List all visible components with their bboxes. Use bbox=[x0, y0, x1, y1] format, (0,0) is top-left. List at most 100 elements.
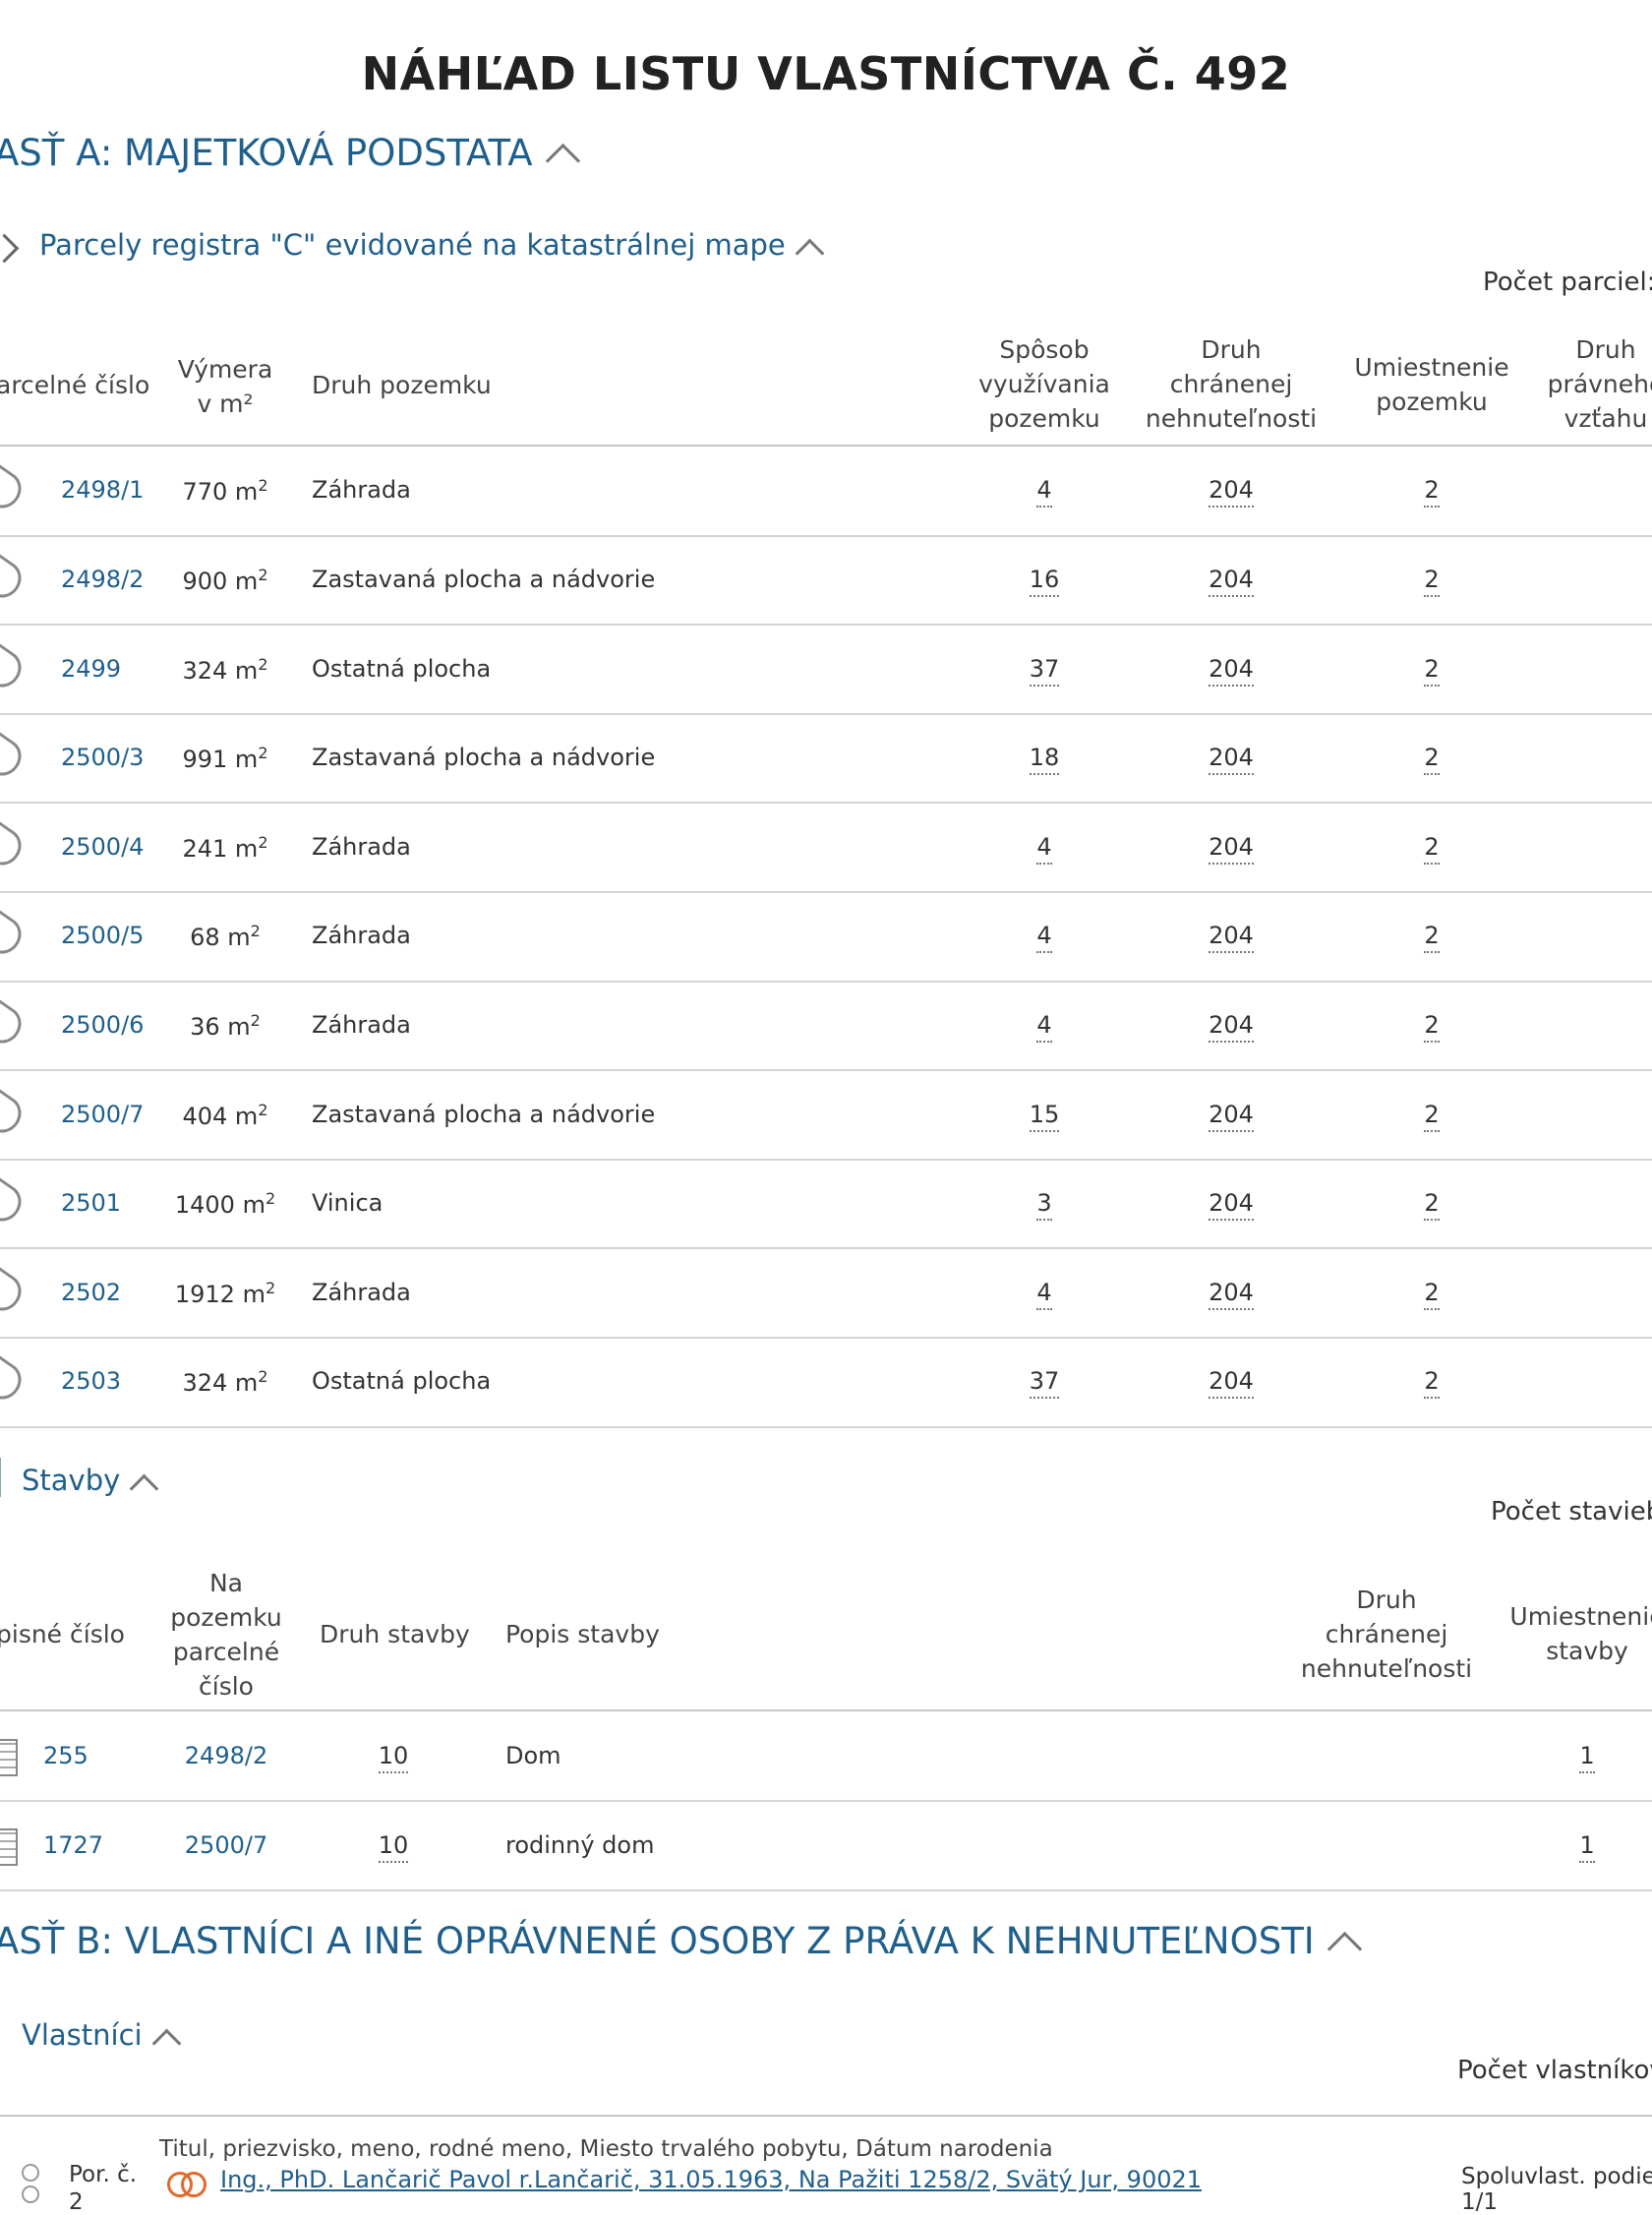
rings-icon bbox=[181, 2172, 206, 2197]
parcel-location[interactable]: 2 bbox=[1341, 1010, 1522, 1043]
parcel-protected[interactable]: 204 bbox=[1141, 1189, 1322, 1222]
parcel-location[interactable]: 2 bbox=[1341, 832, 1522, 865]
parcel-location[interactable]: 2 bbox=[1341, 744, 1522, 776]
building-type[interactable]: 10 bbox=[324, 1741, 462, 1773]
parcel-protected[interactable]: 204 bbox=[1141, 922, 1322, 954]
parcel-location[interactable]: 2 bbox=[1341, 1367, 1522, 1400]
header-building-type: Druh stavby bbox=[320, 1620, 470, 1648]
parcel-map-icon[interactable] bbox=[0, 464, 29, 515]
parcel-number-link[interactable]: 2498/1 bbox=[61, 476, 144, 504]
parcel-land-type: Záhrada bbox=[312, 476, 411, 505]
chevron-up-icon bbox=[129, 1473, 159, 1503]
building-parcel-link[interactable]: 2498/2 bbox=[167, 1742, 285, 1769]
radio-icon[interactable] bbox=[22, 2185, 39, 2203]
header-usage: Spôsob využívania pozemku bbox=[978, 335, 1110, 433]
parcel-map-icon[interactable] bbox=[0, 1267, 29, 1318]
parcel-map-icon[interactable] bbox=[0, 642, 29, 694]
parcel-usage[interactable]: 16 bbox=[964, 565, 1125, 597]
parcel-location[interactable]: 2 bbox=[1341, 922, 1522, 954]
parcel-map-icon[interactable] bbox=[0, 999, 29, 1050]
header-on-parcel: Na pozemku parcelné číslo bbox=[170, 1569, 282, 1701]
building-location[interactable]: 1 bbox=[1508, 1741, 1652, 1773]
parcel-location[interactable]: 2 bbox=[1341, 1189, 1522, 1222]
parcel-location[interactable]: 2 bbox=[1341, 1100, 1522, 1132]
parcel-protected[interactable]: 204 bbox=[1141, 832, 1322, 865]
parcel-map-icon[interactable] bbox=[0, 554, 29, 605]
building-location[interactable]: 1 bbox=[1508, 1830, 1652, 1863]
parcel-map-icon[interactable] bbox=[0, 910, 29, 961]
parcel-usage[interactable]: 18 bbox=[964, 744, 1125, 776]
buildings-toggle[interactable]: Stavby bbox=[22, 1464, 159, 1503]
parcel-area: 991 m2 bbox=[182, 744, 268, 774]
parcel-protected[interactable]: 204 bbox=[1141, 565, 1322, 597]
parcel-map-icon[interactable] bbox=[0, 1177, 29, 1228]
parcel-land-type: Ostatná plocha bbox=[312, 654, 492, 683]
owners-toggle[interactable]: Vlastníci bbox=[22, 2018, 181, 2058]
parcel-number-link[interactable]: 2500/5 bbox=[61, 922, 144, 949]
parcel-usage[interactable]: 4 bbox=[964, 832, 1125, 865]
parcels-toggle[interactable]: Parcely registra "C" evidované na katast… bbox=[39, 228, 825, 268]
building-icon bbox=[0, 1738, 18, 1776]
parcel-protected[interactable]: 204 bbox=[1141, 1278, 1322, 1310]
parcel-usage[interactable]: 15 bbox=[964, 1100, 1125, 1132]
parcel-location[interactable]: 2 bbox=[1341, 476, 1522, 509]
row-divider bbox=[0, 624, 1652, 627]
parcel-protected[interactable]: 204 bbox=[1141, 1010, 1322, 1043]
parcel-location[interactable]: 2 bbox=[1341, 1278, 1522, 1310]
parcel-number-link[interactable]: 2502 bbox=[61, 1279, 121, 1306]
buildings-title: Stavby bbox=[22, 1464, 121, 1497]
parcel-number-link[interactable]: 2498/2 bbox=[61, 566, 144, 593]
parcel-protected[interactable]: 204 bbox=[1141, 1367, 1322, 1400]
header-legal: Druh právneho vzťahu bbox=[1547, 335, 1652, 433]
parcel-protected[interactable]: 204 bbox=[1141, 476, 1322, 509]
chevron-right-icon[interactable] bbox=[0, 233, 20, 264]
parcel-number-link[interactable]: 2500/3 bbox=[61, 744, 144, 771]
parcel-number-link[interactable]: 2503 bbox=[61, 1367, 121, 1395]
row-divider bbox=[0, 1158, 1652, 1161]
parcel-area: 68 m2 bbox=[190, 922, 261, 952]
parcel-usage[interactable]: 4 bbox=[964, 1278, 1125, 1310]
parcel-usage[interactable]: 37 bbox=[964, 1367, 1125, 1400]
building-parcel-link[interactable]: 2500/7 bbox=[167, 1831, 285, 1859]
parcel-number-link[interactable]: 2500/4 bbox=[61, 833, 144, 861]
row-divider bbox=[0, 891, 1652, 893]
parcel-location[interactable]: 2 bbox=[1341, 654, 1522, 687]
building-description: Dom bbox=[505, 1741, 561, 1769]
section-b-toggle[interactable]: ASŤ B: VLASTNÍCI A INÉ OPRÁVNENÉ OSOBY Z… bbox=[0, 1920, 1362, 1967]
parcel-protected[interactable]: 204 bbox=[1141, 744, 1322, 776]
parcel-map-icon[interactable] bbox=[0, 732, 29, 783]
row-divider bbox=[0, 1069, 1652, 1072]
owners-title: Vlastníci bbox=[22, 2018, 143, 2052]
header-location: Umiestnenie pozemku bbox=[1354, 353, 1509, 416]
parcel-map-icon[interactable] bbox=[0, 1088, 29, 1140]
parcel-location[interactable]: 2 bbox=[1341, 565, 1522, 597]
parcel-usage[interactable]: 4 bbox=[964, 476, 1125, 509]
parcel-land-type: Záhrada bbox=[312, 1278, 411, 1306]
row-divider bbox=[0, 1425, 1652, 1428]
row-divider bbox=[0, 1800, 1652, 1802]
parcel-usage[interactable]: 3 bbox=[964, 1189, 1125, 1222]
parcel-map-icon[interactable] bbox=[0, 821, 29, 872]
parcel-protected[interactable]: 204 bbox=[1141, 654, 1322, 687]
section-a-toggle[interactable]: ASŤ A: MAJETKOVÁ PODSTATA bbox=[0, 132, 580, 179]
parcel-number-link[interactable]: 2501 bbox=[61, 1189, 121, 1217]
parcel-protected[interactable]: 204 bbox=[1141, 1100, 1322, 1132]
parcel-number-link[interactable]: 2500/7 bbox=[61, 1101, 144, 1128]
share-label: Spoluvlast. podie bbox=[1461, 2164, 1652, 2189]
supis-number-link[interactable]: 255 bbox=[43, 1742, 88, 1769]
parcel-usage[interactable]: 37 bbox=[964, 654, 1125, 687]
parcel-usage[interactable]: 4 bbox=[964, 922, 1125, 954]
parcel-usage[interactable]: 4 bbox=[964, 1010, 1125, 1043]
building-type[interactable]: 10 bbox=[324, 1830, 462, 1863]
parcel-number-link[interactable]: 2499 bbox=[61, 655, 121, 683]
row-divider bbox=[0, 1337, 1652, 1339]
parcel-map-icon[interactable] bbox=[0, 1355, 29, 1407]
parcel-number-link[interactable]: 2500/6 bbox=[61, 1011, 144, 1039]
row-divider bbox=[0, 802, 1652, 805]
row-divider bbox=[0, 1889, 1652, 1891]
parcel-area: 36 m2 bbox=[190, 1010, 261, 1041]
owner-link[interactable]: Ing., PhD. Lančarič Pavol r.Lančarič, 31… bbox=[220, 2166, 1202, 2193]
supis-number-link[interactable]: 1727 bbox=[43, 1831, 103, 1859]
radio-icon[interactable] bbox=[22, 2164, 39, 2182]
chevron-up-icon bbox=[151, 2028, 181, 2058]
